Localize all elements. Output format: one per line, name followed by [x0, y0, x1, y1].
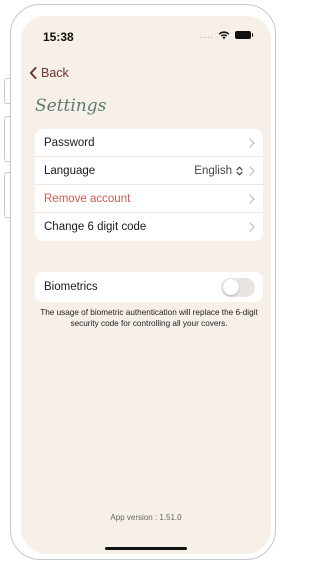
chevron-up-down-icon: [236, 166, 243, 175]
home-indicator[interactable]: [105, 547, 187, 550]
change-code-label: Change 6 digit code: [44, 221, 147, 233]
biometrics-row: Biometrics: [35, 272, 263, 302]
biometrics-label: Biometrics: [44, 281, 98, 293]
chevron-right-icon: [249, 222, 255, 232]
battery-icon: [235, 31, 253, 39]
chevron-right-icon: [249, 165, 255, 176]
chevron-right-icon: [249, 193, 255, 204]
language-label: Language: [44, 164, 96, 177]
biometrics-toggle[interactable]: [221, 277, 255, 297]
settings-list: Password Language English Remove account…: [35, 129, 263, 241]
back-button[interactable]: Back: [29, 66, 69, 80]
wifi-icon: [218, 31, 230, 40]
chevron-left-icon: [29, 67, 37, 79]
language-row[interactable]: Language English: [35, 157, 263, 185]
language-value[interactable]: English: [194, 165, 232, 177]
chevron-right-icon: [249, 137, 255, 148]
change-code-row[interactable]: Change 6 digit code: [35, 213, 263, 241]
screen: 15:38 ..... Back Settings Password Langu…: [21, 16, 271, 554]
password-label: Password: [44, 136, 95, 149]
status-time: 15:38: [43, 30, 74, 44]
biometrics-note: The usage of biometric authentication wi…: [40, 308, 258, 328]
app-version: App version : 1.51.0: [110, 513, 182, 522]
cellular-icon: .....: [199, 30, 213, 40]
toggle-knob: [222, 279, 239, 295]
status-icons: .....: [199, 30, 253, 40]
password-row[interactable]: Password: [35, 129, 263, 157]
remove-account-label: Remove account: [44, 192, 131, 205]
page-title: Settings: [35, 96, 107, 116]
back-label: Back: [41, 66, 69, 80]
remove-account-row[interactable]: Remove account: [35, 185, 263, 213]
